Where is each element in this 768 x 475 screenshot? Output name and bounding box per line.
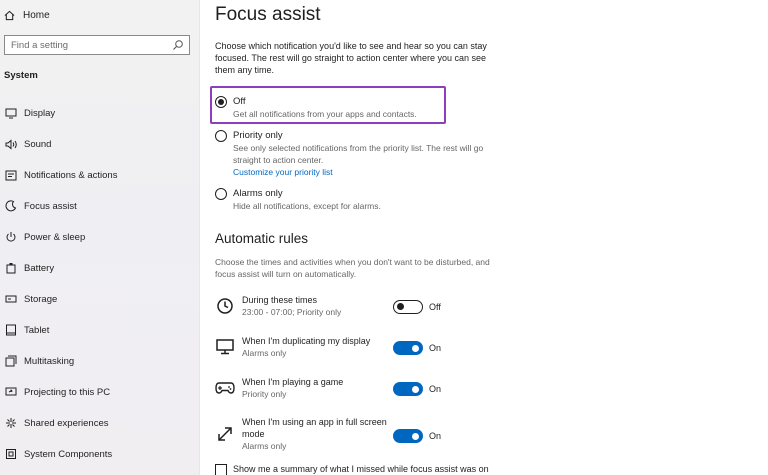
rule-name: When I'm playing a game <box>242 377 344 387</box>
toggle-playing-game[interactable] <box>393 382 423 396</box>
option-priority-only[interactable]: Priority only See only selected notifica… <box>215 129 513 178</box>
clock-icon <box>215 296 235 316</box>
monitor-icon <box>215 337 235 357</box>
home-link[interactable]: Home <box>4 7 50 23</box>
option-alarms-only[interactable]: Alarms only Hide all notifications, exce… <box>215 187 513 212</box>
option-label: Off <box>233 96 246 107</box>
sidebar-item-power[interactable]: Power & sleep <box>0 226 199 248</box>
sidebar-item-label: Projecting to this PC <box>24 386 111 398</box>
sidebar-item-label: Notifications & actions <box>24 169 118 181</box>
multitasking-icon <box>4 354 18 368</box>
rule-name: During these times <box>242 295 318 305</box>
fullscreen-icon <box>215 424 235 444</box>
customize-priority-link[interactable]: Customize your priority list <box>233 166 513 178</box>
sidebar-item-sound[interactable]: Sound <box>0 133 199 155</box>
main-content: Focus assist Choose which notification y… <box>200 0 768 475</box>
radio-off[interactable] <box>215 96 227 108</box>
rule-during-times[interactable]: During these times 23:00 - 07:00; Priori… <box>215 294 515 334</box>
display-icon <box>4 106 18 120</box>
sound-icon <box>4 137 18 151</box>
rule-sub: Alarms only <box>242 348 287 358</box>
projecting-icon <box>4 385 18 399</box>
rule-sub: Alarms only <box>242 441 287 451</box>
rule-name: When I'm duplicating my display <box>242 336 371 346</box>
toggle-during-times[interactable] <box>393 300 423 314</box>
sidebar-item-label: Multitasking <box>24 355 75 367</box>
sidebar-item-multitasking[interactable]: Multitasking <box>0 350 199 372</box>
option-off[interactable]: Off Get all notifications from your apps… <box>215 95 513 120</box>
sidebar-item-display[interactable]: Display <box>0 102 199 124</box>
summary-checkbox-row[interactable]: Show me a summary of what I missed while… <box>215 464 489 475</box>
radio-alarms-only[interactable] <box>215 188 227 200</box>
sidebar: Home Find a setting System Display Sound… <box>0 0 199 475</box>
page-description: Choose which notification you'd like to … <box>215 41 487 75</box>
home-label: Home <box>23 9 50 21</box>
toggle-state: On <box>429 431 442 441</box>
radio-priority-only[interactable] <box>215 130 227 142</box>
page-title: Focus assist <box>215 4 321 25</box>
option-label: Priority only <box>233 130 283 141</box>
automatic-rules-description: Choose the times and activities when you… <box>215 257 490 279</box>
sidebar-item-label: Power & sleep <box>24 231 86 243</box>
notifications-icon <box>4 168 18 182</box>
toggle-state: On <box>429 384 442 394</box>
sidebar-item-shared-experiences[interactable]: Shared experiences <box>0 412 199 434</box>
toggle-state: On <box>429 343 442 353</box>
sidebar-item-label: Battery <box>24 262 55 274</box>
power-icon <box>4 230 18 244</box>
sidebar-item-label: Storage <box>24 293 58 305</box>
sidebar-item-battery[interactable]: Battery <box>0 257 199 279</box>
sidebar-item-label: Shared experiences <box>24 417 109 429</box>
sidebar-item-focus-assist[interactable]: Focus assist <box>0 195 199 217</box>
sidebar-item-storage[interactable]: Storage <box>0 288 199 310</box>
toggle-state: Off <box>429 302 441 312</box>
sidebar-item-label: System Components <box>24 448 113 460</box>
search-placeholder: Find a setting <box>11 39 69 51</box>
sidebar-item-system-components[interactable]: System Components <box>0 443 199 465</box>
shared-experiences-icon <box>4 416 18 430</box>
option-description: Get all notifications from your apps and… <box>233 109 417 119</box>
rule-name: When I'm using an app in full screen mod… <box>242 417 387 439</box>
summary-checkbox-label: Show me a summary of what I missed while… <box>233 464 489 474</box>
section-label-system: System <box>4 70 38 81</box>
system-components-icon <box>4 447 18 461</box>
rule-sub: Priority only <box>242 389 287 399</box>
sidebar-item-label: Sound <box>24 138 52 150</box>
search-icon[interactable] <box>172 39 184 51</box>
toggle-duplicating-display[interactable] <box>393 341 423 355</box>
search-input[interactable]: Find a setting <box>4 35 190 55</box>
rule-fullscreen-app[interactable]: When I'm using an app in full screen mod… <box>215 416 515 464</box>
battery-icon <box>4 261 18 275</box>
home-icon <box>4 10 15 20</box>
rule-duplicating-display[interactable]: When I'm duplicating my display Alarms o… <box>215 335 515 375</box>
gamepad-icon <box>215 378 235 398</box>
focus-assist-icon <box>4 199 18 213</box>
automatic-rules-heading: Automatic rules <box>215 231 309 246</box>
sidebar-item-label: Display <box>24 107 56 119</box>
toggle-fullscreen-app[interactable] <box>393 429 423 443</box>
sidebar-item-label: Focus assist <box>24 200 77 212</box>
sidebar-item-tablet[interactable]: Tablet <box>0 319 199 341</box>
option-description: Hide all notifications, except for alarm… <box>233 201 381 211</box>
rule-playing-game[interactable]: When I'm playing a game Priority only On <box>215 376 515 416</box>
sidebar-item-notifications[interactable]: Notifications & actions <box>0 164 199 186</box>
summary-checkbox[interactable] <box>215 464 227 475</box>
option-label: Alarms only <box>233 188 283 199</box>
rule-sub: 23:00 - 07:00; Priority only <box>242 307 342 317</box>
sidebar-item-label: Tablet <box>24 324 50 336</box>
tablet-icon <box>4 323 18 337</box>
storage-icon <box>4 292 18 306</box>
sidebar-item-projecting[interactable]: Projecting to this PC <box>0 381 199 403</box>
option-description: See only selected notifications from the… <box>233 143 484 165</box>
